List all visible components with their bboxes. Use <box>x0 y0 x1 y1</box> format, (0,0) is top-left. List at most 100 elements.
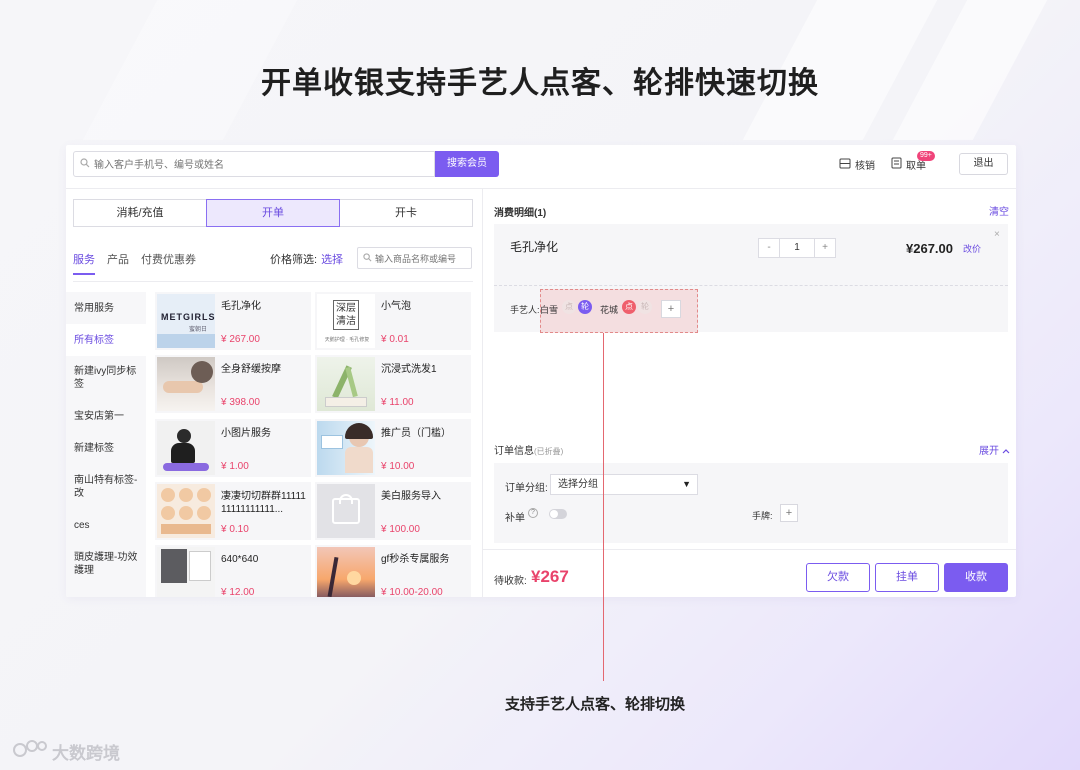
product-thumbnail <box>157 547 215 597</box>
hand-plate-label: 手牌: <box>752 511 773 521</box>
sidebar-item-nanshan-tag[interactable]: 南山特有标签-改 <box>74 474 144 500</box>
product-card[interactable]: 凄凄切切群群1111111111111111... ¥ 0.10 <box>155 482 311 540</box>
edit-price-link[interactable]: 改价 <box>963 242 981 255</box>
product-card[interactable]: 美白服务导入 ¥ 100.00 <box>315 482 471 540</box>
increment-button[interactable]: + <box>815 239 835 257</box>
expand-order-info[interactable]: 展开 <box>979 442 1010 457</box>
price-filter-label: 价格筛选: <box>270 254 318 266</box>
hold-order-button[interactable]: 挂单 <box>875 563 939 592</box>
supplement-order-label: 补单 <box>505 513 525 524</box>
product-price: ¥ 0.10 <box>221 524 249 535</box>
artisan-rotation-tag[interactable]: 轮 <box>578 300 592 314</box>
product-thumbnail <box>317 421 375 475</box>
artisan-pick-tag[interactable]: 点 <box>622 300 636 314</box>
product-thumbnail <box>157 484 215 538</box>
product-card[interactable]: 640*640 ¥ 12.00 <box>155 545 311 597</box>
product-card[interactable]: gf秒杀专属服务 ¥ 10.00-20.00 <box>315 545 471 597</box>
product-thumbnail: 深层清洁 天鹅护理 · 毛孔修复 <box>317 294 375 348</box>
checkout-button[interactable]: 收款 <box>944 563 1008 592</box>
product-name: 推广员（门槛） <box>381 428 451 439</box>
order-info-title: 订单信息(已折叠) <box>494 442 563 457</box>
callout-line <box>603 333 604 681</box>
verify-button[interactable]: 核销 <box>839 157 875 172</box>
quantity-value[interactable]: 1 <box>779 239 815 257</box>
product-thumbnail: METGIRLS 蜜朝日 <box>157 294 215 348</box>
artisan-name[interactable]: 白雪 <box>540 303 558 316</box>
product-name: 全身舒缓按摩 <box>221 364 281 375</box>
product-name: gf秒杀专属服务 <box>381 554 450 565</box>
product-card[interactable]: 沉浸式洗发1 ¥ 11.00 <box>315 355 471 413</box>
product-price: ¥ 10.00 <box>381 461 415 472</box>
order-info-collapsed-note: (已折叠) <box>534 447 564 456</box>
product-card[interactable]: 深层清洁 天鹅护理 · 毛孔修复 小气泡 ¥ 0.01 <box>315 292 471 350</box>
goods-search[interactable] <box>357 247 472 269</box>
artisan-pick-tag[interactable]: 点 <box>562 300 576 314</box>
member-search-input[interactable] <box>94 156 424 174</box>
product-thumbnail <box>157 421 215 475</box>
artisan-rotation-tag[interactable]: 轮 <box>638 300 652 314</box>
product-card[interactable]: 全身舒缓按摩 ¥ 398.00 <box>155 355 311 413</box>
sidebar-item-baoan-store[interactable]: 宝安店第一 <box>74 410 144 423</box>
price-filter: 价格筛选: 选择 <box>270 251 343 267</box>
remove-item-icon[interactable]: × <box>994 229 1000 240</box>
quantity-stepper[interactable]: - 1 + <box>758 238 836 258</box>
product-name: 美白服务导入 <box>381 491 441 502</box>
page-headline: 开单收银支持手艺人点客、轮排快速切换 <box>261 67 819 100</box>
add-artisan-button[interactable]: + <box>661 300 681 318</box>
pickup-order-button[interactable]: 取单 99+ <box>891 151 935 172</box>
order-list-icon <box>891 157 902 172</box>
artisan-name[interactable]: 花城 <box>600 303 618 316</box>
category-service[interactable]: 服务 <box>73 251 95 267</box>
order-group-select[interactable]: 选择分组 ▼ <box>550 474 698 495</box>
order-group-label: 订单分组: <box>505 483 548 494</box>
search-member-button[interactable]: 搜索会员 <box>435 151 499 177</box>
decrement-button[interactable]: - <box>759 239 779 257</box>
product-name: 小气泡 <box>381 301 411 312</box>
sidebar-item-ces[interactable]: ces <box>74 519 144 532</box>
clear-button[interactable]: 清空 <box>989 203 1009 218</box>
product-thumbnail <box>317 357 375 411</box>
product-card[interactable]: 小图片服务 ¥ 1.00 <box>155 419 311 477</box>
sidebar-item-scalp-care[interactable]: 頭皮護理-功效護理 <box>74 551 144 577</box>
artisan-label: 手艺人: <box>510 305 540 315</box>
product-name: 毛孔净化 <box>221 301 261 312</box>
price-filter-select-link[interactable]: 选择 <box>321 254 343 266</box>
product-thumbnail <box>317 547 375 597</box>
line-item-price: ¥267.00 <box>906 241 953 256</box>
help-icon[interactable]: ? <box>528 508 538 518</box>
chevron-up-icon <box>1002 446 1010 457</box>
category-product[interactable]: 产品 <box>107 251 129 267</box>
search-icon <box>363 253 372 265</box>
product-price: ¥ 1.00 <box>221 461 249 472</box>
product-card[interactable]: 推广员（门槛） ¥ 10.00 <box>315 419 471 477</box>
sidebar-item-ivy-tag[interactable]: 新建ivy同步标签 <box>74 365 144 391</box>
product-thumbnail <box>157 357 215 411</box>
sidebar-item-all-tags[interactable]: 所有标签 <box>74 334 144 347</box>
goods-search-input[interactable] <box>375 251 470 266</box>
tab-open-order[interactable]: 开单 <box>206 199 340 227</box>
product-thumbnail-subtext: 天鹅护理 · 毛孔修复 <box>324 337 370 343</box>
footer-divider <box>483 549 1016 550</box>
product-thumbnail-subtext: 蜜朝日 <box>189 327 208 333</box>
member-search[interactable] <box>73 151 435 177</box>
search-icon <box>80 158 90 171</box>
active-category-indicator <box>73 273 95 275</box>
pane-divider <box>482 189 483 597</box>
product-thumbnail-title: 深层清洁 <box>333 300 359 330</box>
product-card[interactable]: METGIRLS 蜜朝日 毛孔净化 ¥ 267.00 <box>155 292 311 350</box>
sidebar-item-common-services[interactable]: 常用服务 <box>74 302 144 315</box>
product-name: 640*640 <box>221 554 259 565</box>
category-paid-coupon[interactable]: 付费优惠券 <box>141 251 196 267</box>
add-hand-plate-button[interactable]: + <box>780 504 798 522</box>
line-item-name: 毛孔净化 <box>510 240 559 254</box>
supplement-order-toggle[interactable] <box>549 509 567 519</box>
debt-button[interactable]: 欠款 <box>806 563 870 592</box>
feature-caption: 支持手艺人点客、轮排切换 <box>504 696 685 713</box>
mode-tabs: 消耗/充值 开单 开卡 <box>73 199 473 227</box>
logout-button[interactable]: 退出 <box>959 153 1008 175</box>
consumption-detail-title: 消费明细(1) <box>494 208 547 219</box>
tab-consume-recharge[interactable]: 消耗/充值 <box>73 199 207 227</box>
sidebar-item-new-tag[interactable]: 新建标签 <box>74 442 144 455</box>
verify-label: 核销 <box>855 161 875 172</box>
tab-open-card[interactable]: 开卡 <box>339 199 473 227</box>
